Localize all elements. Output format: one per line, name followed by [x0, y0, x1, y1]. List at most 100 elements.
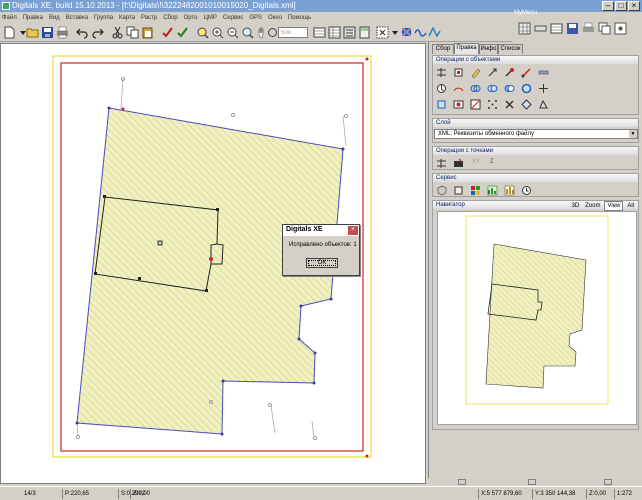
map-canvas[interactable]	[0, 43, 426, 484]
tab-list[interactable]: Список	[498, 44, 523, 54]
nav-tab-zoom[interactable]: Zoom	[583, 202, 602, 210]
diamond-icon[interactable]	[521, 99, 532, 110]
zoom-all-icon[interactable]	[241, 26, 254, 39]
cut-icon[interactable]	[111, 26, 124, 39]
print-icon[interactable]	[56, 26, 69, 39]
menu-collect[interactable]: Сбор	[161, 12, 179, 24]
maximize-button[interactable]: □	[615, 1, 627, 11]
chart-icon[interactable]	[487, 185, 498, 196]
save-icon[interactable]	[41, 26, 54, 39]
points-icon[interactable]	[487, 99, 498, 110]
nav-tab-3d[interactable]: 3D	[570, 202, 582, 210]
save-icon[interactable]	[566, 22, 579, 35]
menu-view[interactable]: Вид	[47, 12, 62, 24]
xy-label[interactable]: XY	[472, 159, 480, 165]
z-label[interactable]: Z	[490, 159, 494, 165]
scale-input[interactable]	[278, 27, 308, 38]
layers-icon[interactable]	[313, 26, 326, 39]
frame-icon[interactable]	[453, 99, 464, 110]
grid-snap-icon[interactable]	[614, 22, 627, 35]
copy-icon[interactable]	[598, 22, 611, 35]
nav-tab-all[interactable]: All	[625, 202, 636, 210]
table-icon[interactable]	[550, 22, 563, 35]
menu-help[interactable]: Помощь	[286, 12, 313, 24]
paste-icon[interactable]	[141, 26, 154, 39]
transform-icon[interactable]	[538, 99, 549, 110]
parcel-drawing[interactable]	[1, 44, 425, 483]
menu-window[interactable]: Окно	[266, 12, 284, 24]
point-table-icon[interactable]	[453, 158, 464, 169]
pencil-icon[interactable]	[470, 67, 481, 78]
grid-icon[interactable]	[518, 22, 531, 35]
union-icon[interactable]	[470, 83, 481, 94]
scissors-icon[interactable]	[470, 99, 481, 110]
copy-icon[interactable]	[126, 26, 139, 39]
split-icon[interactable]	[436, 67, 447, 78]
mymenu-label[interactable]: MyMenu	[514, 10, 537, 16]
intersect-icon[interactable]	[487, 83, 498, 94]
redo-icon[interactable]	[91, 26, 104, 39]
wave-icon[interactable]	[414, 26, 427, 39]
move-icon[interactable]	[538, 83, 549, 94]
points-section: Операции с точками XY Z	[432, 146, 639, 170]
polygon-icon[interactable]	[436, 99, 447, 110]
minimize-button[interactable]: –	[602, 1, 614, 11]
line-icon[interactable]	[538, 67, 549, 78]
tab-edit[interactable]: Правка	[454, 43, 479, 54]
circle-icon[interactable]	[521, 83, 532, 94]
compass-icon[interactable]	[436, 83, 447, 94]
ruler-icon[interactable]	[534, 22, 547, 35]
open-folder-icon[interactable]	[26, 26, 39, 39]
close-button[interactable]: ×	[628, 1, 640, 11]
tab-info[interactable]: Инфо	[479, 44, 498, 54]
print-icon[interactable]	[582, 22, 595, 35]
magnet-icon[interactable]	[521, 67, 532, 78]
menu-edit[interactable]: Правка	[21, 12, 45, 24]
layer-select[interactable]: XML: Реквизиты обменного файлу ▼	[434, 129, 638, 139]
dialog-close-button[interactable]: ×	[348, 226, 358, 235]
menu-file[interactable]: Файл	[0, 12, 19, 24]
menu-group[interactable]: Группа	[92, 12, 115, 24]
zoom-in-icon[interactable]	[211, 26, 224, 39]
check-all-icon[interactable]	[176, 26, 189, 39]
panel-nav-right[interactable]	[604, 479, 612, 485]
navigator-view[interactable]	[437, 211, 637, 425]
arc-icon[interactable]	[453, 83, 464, 94]
menu-raster[interactable]: Растр	[139, 12, 159, 24]
tab-collect[interactable]: Сбор	[432, 44, 454, 54]
menu-service[interactable]: Сервис	[221, 12, 246, 24]
undo-icon[interactable]	[76, 26, 89, 39]
menu-dem[interactable]: ЦМР	[201, 12, 218, 24]
layers-panel-icon[interactable]	[343, 26, 356, 39]
wrench-icon[interactable]	[504, 67, 515, 78]
table-icon[interactable]	[328, 26, 341, 39]
menu-gps[interactable]: GPS	[247, 12, 264, 24]
new-file-icon[interactable]	[3, 26, 16, 39]
panel-nav-left[interactable]	[458, 479, 466, 485]
cross-icon[interactable]	[504, 99, 515, 110]
rotate-icon[interactable]	[487, 67, 498, 78]
align-icon[interactable]	[436, 158, 447, 169]
subtract-icon[interactable]	[504, 83, 515, 94]
stack-icon[interactable]	[453, 185, 464, 196]
bar-chart-icon[interactable]	[504, 185, 515, 196]
panel-nav-center[interactable]	[528, 479, 536, 485]
zoom-window-icon[interactable]	[196, 26, 209, 39]
node-icon[interactable]	[453, 67, 464, 78]
dialog-ok-button[interactable]: OK	[306, 258, 338, 268]
menu-map[interactable]: Карта	[117, 12, 137, 24]
flag-icon[interactable]	[400, 26, 413, 39]
menu-ortho[interactable]: Орто	[182, 12, 200, 24]
clock-icon[interactable]	[521, 185, 532, 196]
nav-tab-view[interactable]: View	[604, 201, 624, 211]
cube-icon[interactable]	[436, 185, 447, 196]
zoom-out-icon[interactable]	[226, 26, 239, 39]
check-icon[interactable]	[161, 26, 174, 39]
chevron-down-icon[interactable]: ▼	[629, 130, 637, 138]
menu-insert[interactable]: Вставка	[64, 12, 90, 24]
navigator-map[interactable]	[438, 212, 636, 424]
color-grid-icon[interactable]	[470, 185, 481, 196]
select-tool-icon[interactable]	[376, 26, 389, 39]
calculator-icon[interactable]	[358, 26, 371, 39]
ribbon-icon[interactable]	[428, 26, 441, 39]
